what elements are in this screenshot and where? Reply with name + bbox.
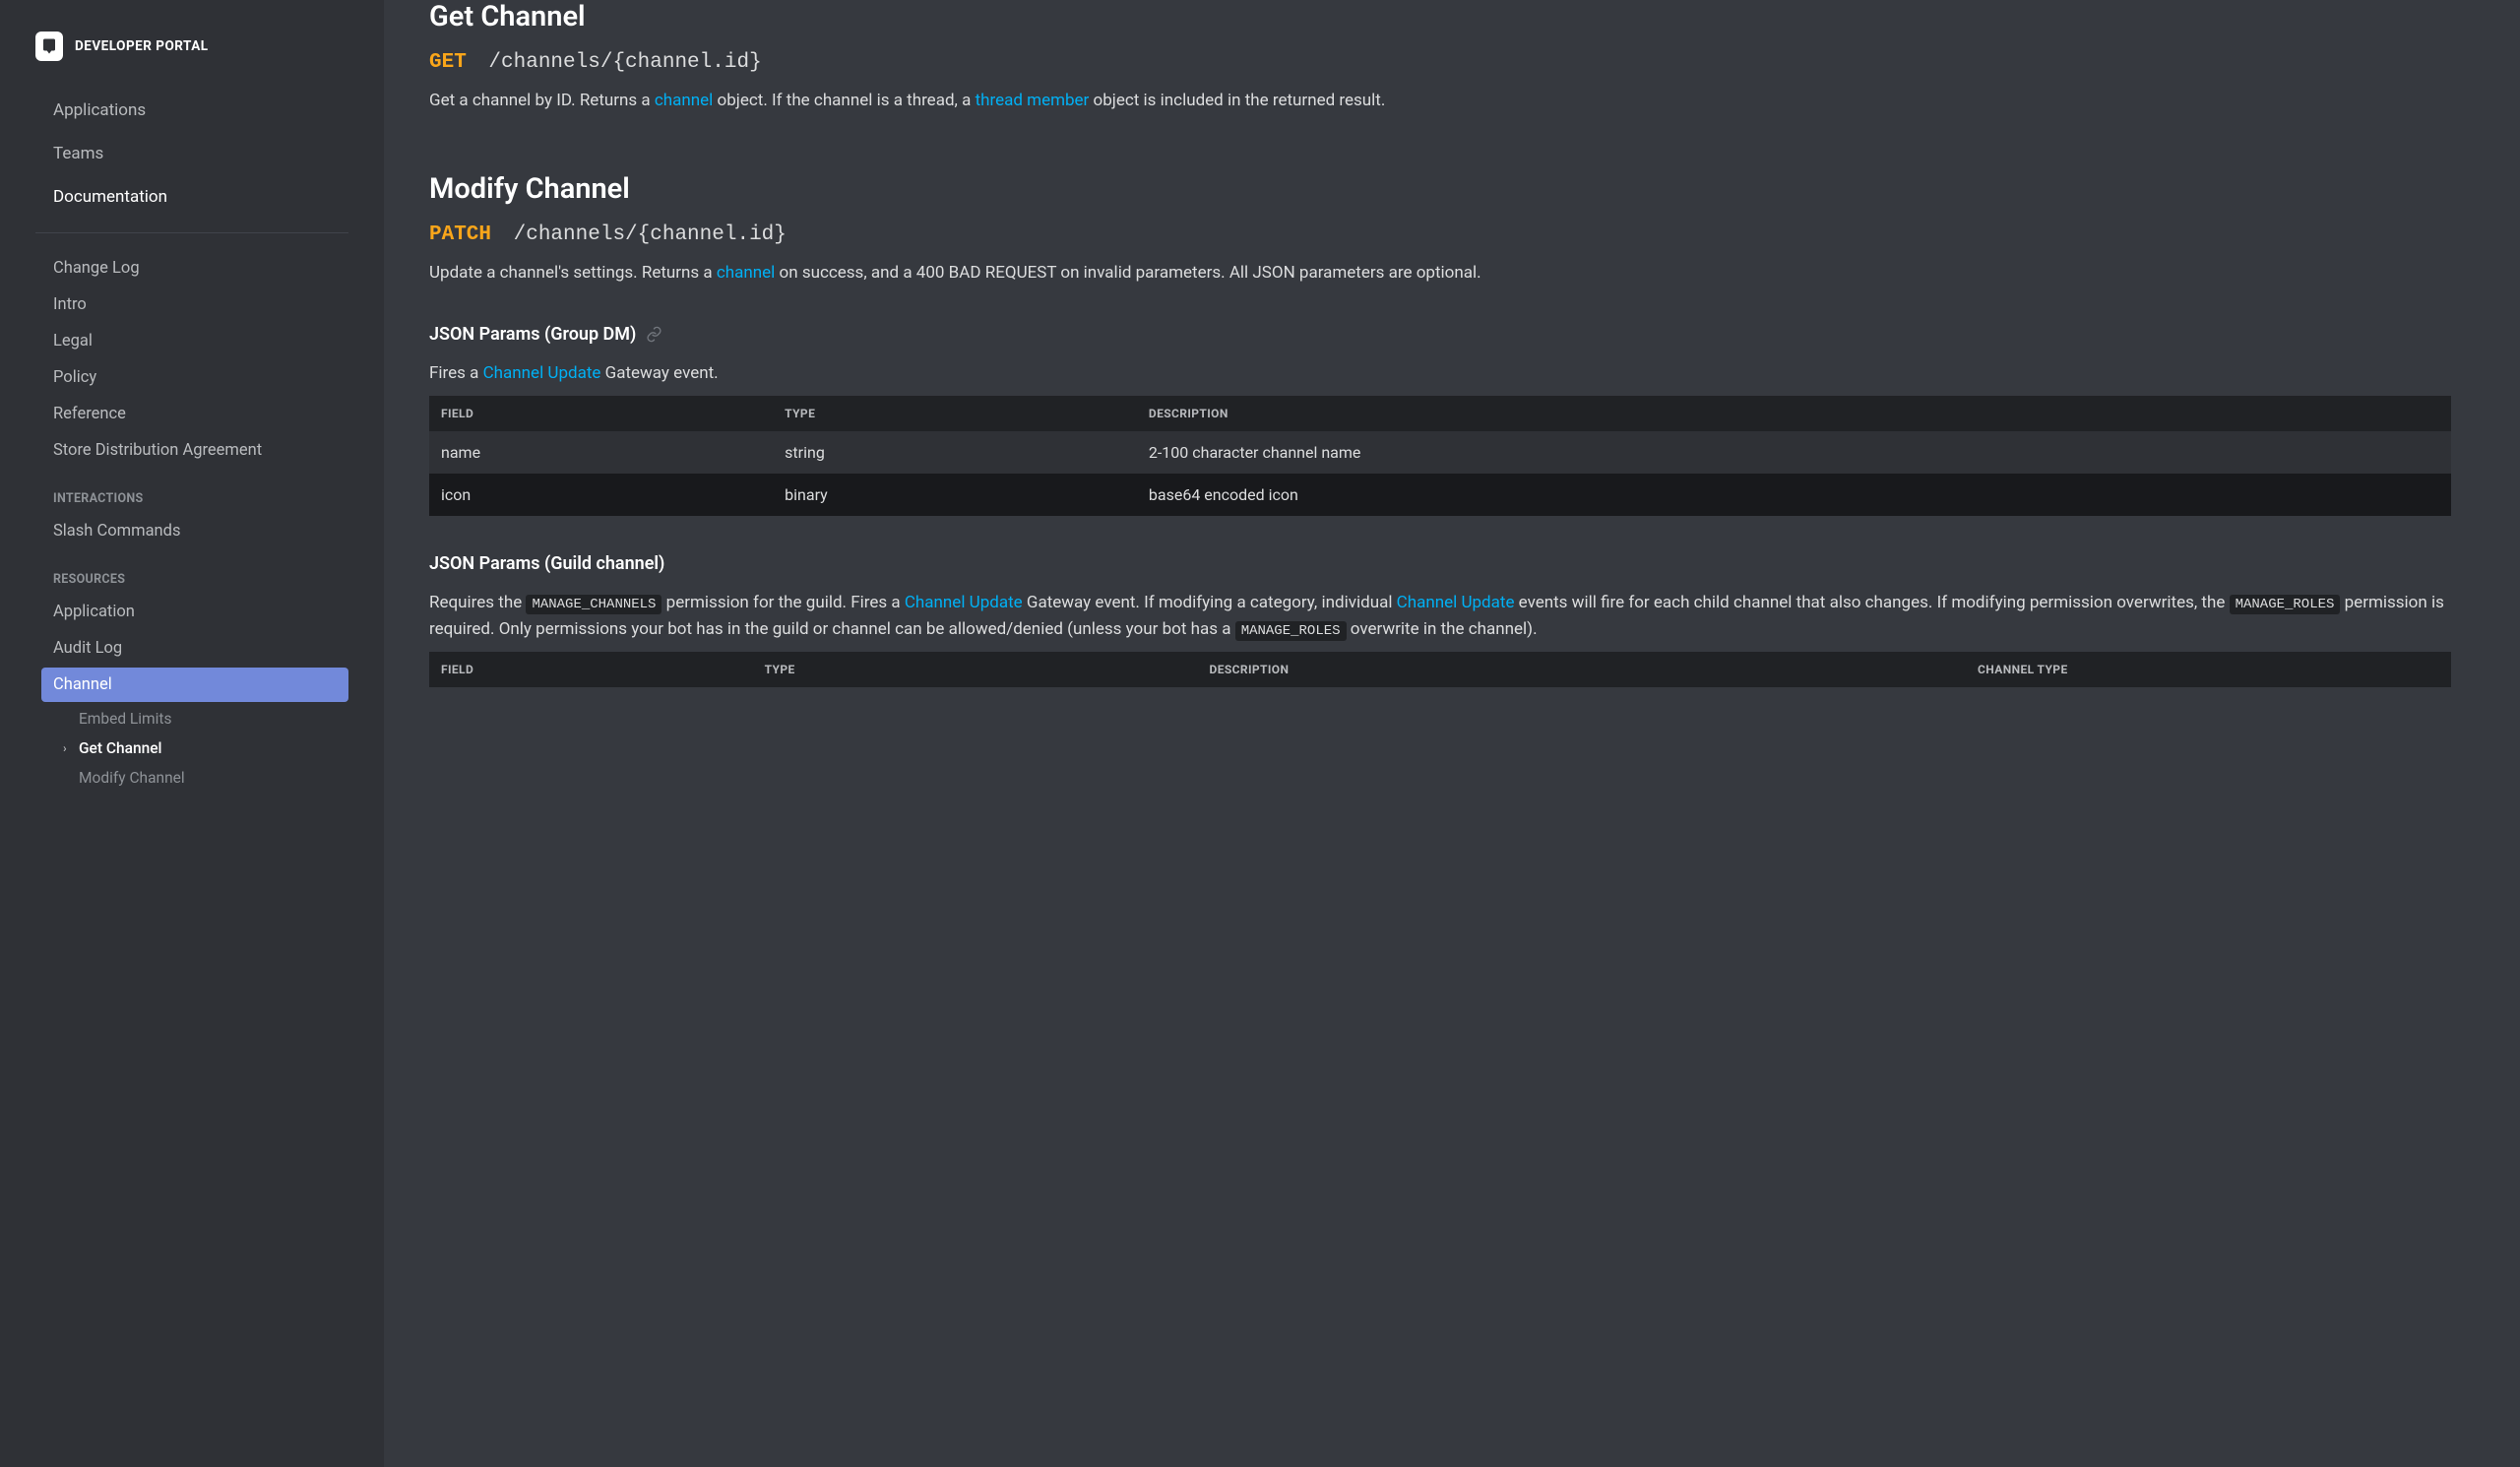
cell-type: string	[773, 431, 1137, 474]
discord-logo-icon	[35, 32, 63, 61]
guild-params-description: Requires the MANAGE_CHANNELS permission …	[429, 590, 2451, 642]
cell-field: icon	[429, 474, 773, 516]
brand-title: DEVELOPER PORTAL	[75, 38, 209, 54]
doc-nav: Change Log Intro Legal Policy Reference …	[0, 251, 384, 793]
subnav-label: Embed Limits	[79, 710, 171, 728]
sidebar: DEVELOPER PORTAL Applications Teams Docu…	[0, 0, 384, 1467]
http-method: GET	[429, 51, 467, 74]
subnav-modify-channel[interactable]: › Modify Channel	[51, 763, 348, 793]
nav-teams[interactable]: Teams	[53, 132, 348, 175]
nav-documentation[interactable]: Documentation	[53, 175, 348, 219]
subnav-embed-limits[interactable]: › Embed Limits	[51, 704, 348, 734]
http-method: PATCH	[429, 223, 491, 246]
top-nav: Applications Teams Documentation	[0, 89, 384, 219]
col-type: TYPE	[773, 396, 1137, 431]
sidebar-divider	[35, 232, 348, 233]
cell-desc: base64 encoded icon	[1137, 474, 2451, 516]
nav-slash-commands[interactable]: Slash Commands	[41, 514, 348, 548]
permission-code: MANAGE_ROLES	[2230, 595, 2341, 614]
channel-sub-nav: › Embed Limits › Get Channel › Modify Ch…	[41, 704, 348, 793]
table-row: name string 2-100 character channel name	[429, 431, 2451, 474]
link-channel-update[interactable]: Channel Update	[483, 363, 601, 383]
permission-code: MANAGE_CHANNELS	[526, 595, 662, 614]
guild-params-table: FIELD TYPE DESCRIPTION CHANNEL TYPE	[429, 652, 2451, 687]
chevron-right-icon: ›	[63, 741, 73, 755]
nav-legal[interactable]: Legal	[41, 324, 348, 358]
nav-applications[interactable]: Applications	[53, 89, 348, 132]
heading-json-params-group-dm: JSON Params (Group DM)	[429, 324, 2451, 345]
endpoint-path: /channels/{channel.id}	[488, 51, 761, 74]
nav-audit-log[interactable]: Audit Log	[41, 631, 348, 666]
nav-heading-interactions: INTERACTIONS	[41, 470, 348, 514]
endpoint: PATCH /channels/{channel.id}	[429, 223, 2451, 246]
nav-application[interactable]: Application	[41, 595, 348, 629]
subnav-label: Modify Channel	[79, 769, 185, 787]
nav-policy[interactable]: Policy	[41, 360, 348, 395]
nav-heading-resources: RESOURCES	[41, 550, 348, 595]
col-channel-type: CHANNEL TYPE	[1966, 652, 2451, 687]
section-title: Get Channel	[429, 0, 2451, 33]
link-anchor-icon[interactable]	[646, 326, 662, 343]
section-title: Modify Channel	[429, 172, 2451, 206]
link-thread-member[interactable]: thread member	[976, 91, 1090, 110]
cell-desc: 2-100 character channel name	[1137, 431, 2451, 474]
nav-change-log[interactable]: Change Log	[41, 251, 348, 286]
cell-type: binary	[773, 474, 1137, 516]
link-channel-update[interactable]: Channel Update	[1397, 593, 1515, 612]
link-channel-object[interactable]: channel	[717, 263, 775, 283]
nav-reference[interactable]: Reference	[41, 397, 348, 431]
section-description: Get a channel by ID. Returns a channel o…	[429, 88, 2451, 113]
col-field: FIELD	[429, 396, 773, 431]
nav-channel[interactable]: Channel	[41, 668, 348, 702]
nav-intro[interactable]: Intro	[41, 287, 348, 322]
col-field: FIELD	[429, 652, 753, 687]
endpoint: GET /channels/{channel.id}	[429, 51, 2451, 74]
subnav-label: Get Channel	[79, 739, 161, 757]
link-channel-update[interactable]: Channel Update	[905, 593, 1023, 612]
col-description: DESCRIPTION	[1198, 652, 1967, 687]
table-row: icon binary base64 encoded icon	[429, 474, 2451, 516]
heading-json-params-guild: JSON Params (Guild channel)	[429, 553, 2451, 574]
subnav-get-channel[interactable]: › Get Channel	[51, 734, 348, 763]
nav-store-distribution-agreement[interactable]: Store Distribution Agreement	[41, 433, 348, 468]
col-type: TYPE	[753, 652, 1198, 687]
cell-field: name	[429, 431, 773, 474]
col-description: DESCRIPTION	[1137, 396, 2451, 431]
brand[interactable]: DEVELOPER PORTAL	[0, 32, 384, 89]
main-content[interactable]: Get Channel GET /channels/{channel.id} G…	[384, 0, 2520, 1467]
section-get-channel: Get Channel GET /channels/{channel.id} G…	[429, 0, 2451, 113]
group-dm-params-table: FIELD TYPE DESCRIPTION name string 2-100…	[429, 396, 2451, 516]
fires-event-text: Fires a Channel Update Gateway event.	[429, 360, 2451, 386]
endpoint-path: /channels/{channel.id}	[514, 223, 787, 246]
section-modify-channel: Modify Channel PATCH /channels/{channel.…	[429, 172, 2451, 687]
permission-code: MANAGE_ROLES	[1235, 621, 1347, 641]
link-channel-object[interactable]: channel	[655, 91, 713, 110]
section-description: Update a channel's settings. Returns a c…	[429, 260, 2451, 286]
